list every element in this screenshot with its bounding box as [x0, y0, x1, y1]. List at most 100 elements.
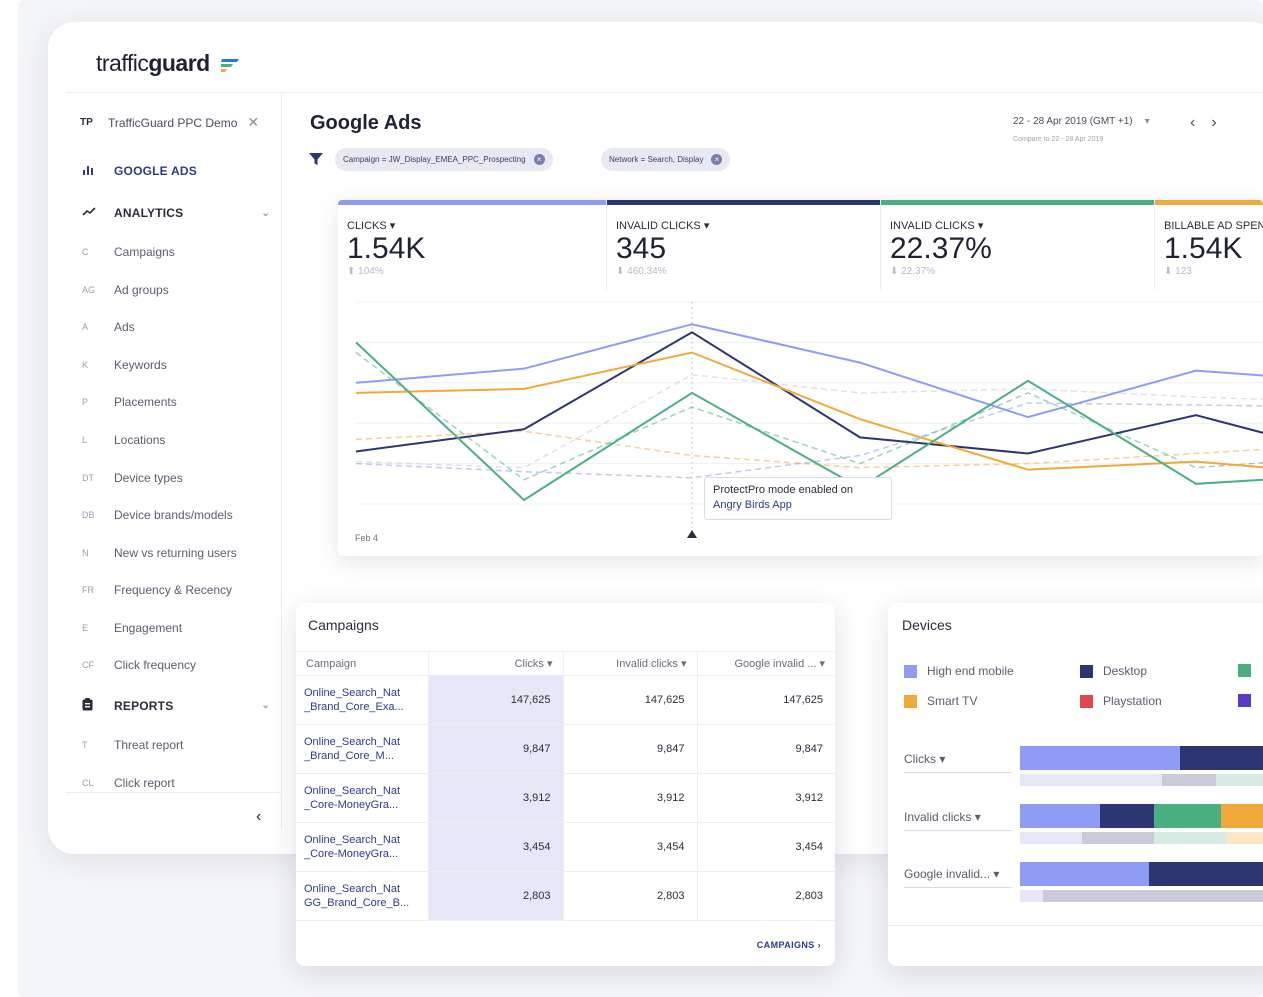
account-selector[interactable]: TP TrafficGuard PPC Demo ✕	[80, 114, 259, 131]
nav-abbr: C	[82, 247, 89, 257]
legend-item[interactable]: High end mobile	[904, 664, 1014, 678]
bar-segment	[1154, 832, 1227, 844]
sidebar-item-label: Frequency & Recency	[114, 583, 233, 597]
filter-chip-label: Campaign = JW_Display_EMEA_PPC_Prospecti…	[343, 155, 526, 164]
campaign-name-cell[interactable]: Online_Search_Nat GG_Brand_Core_B...	[296, 871, 429, 921]
sidebar-item-new-vs-returning[interactable]: N New vs returning users	[80, 546, 270, 560]
bar-segment	[1099, 804, 1155, 828]
chart-annotation-tooltip: ProtectPro mode enabled on Angry Birds A…	[704, 477, 892, 520]
kpi-invalid-clicks-pct[interactable]: INVALID CLICKS ▾ 22.37% ⬇ 22.37%	[881, 200, 1155, 290]
legend-item[interactable]: Playstation	[1080, 694, 1162, 708]
table-row[interactable]: Online_Search_Nat _Core-MoneyGra... 3,454…	[296, 822, 835, 872]
campaign-name-cell[interactable]: Online_Search_Nat _Core-MoneyGra...	[296, 822, 429, 872]
prev-period-button[interactable]: ‹	[1190, 114, 1195, 132]
legend-item[interactable]	[1238, 694, 1261, 707]
sidebar-item-click-frequency[interactable]: CF Click frequency	[80, 658, 270, 672]
column-header-google-invalid[interactable]: Google invalid ... ▾	[697, 651, 835, 676]
table-header-row: Campaign Clicks ▾ Invalid clicks ▾ Googl…	[296, 651, 835, 676]
sidebar-item-frequency-recency[interactable]: FR Frequency & Recency	[80, 583, 270, 597]
invalid-clicks-cell: 2,803	[563, 871, 698, 921]
stacked-bar-invalid-clicks-compare	[1020, 832, 1263, 844]
sidebar-item-ad-groups[interactable]: AG Ad groups	[80, 283, 270, 297]
legend-swatch	[1238, 664, 1251, 677]
sidebar-item-campaigns[interactable]: C Campaigns	[80, 245, 270, 259]
kpi-label[interactable]: BILLABLE AD SPEND ▾	[1164, 219, 1263, 232]
campaign-name-cell[interactable]: Online_Search_Nat _Brand_Core_M...	[296, 724, 429, 774]
sidebar-item-label: New vs returning users	[114, 546, 237, 560]
legend-item[interactable]: Desktop	[1080, 664, 1147, 678]
date-range-picker[interactable]: 22 - 28 Apr 2019 (GMT +1) ▾	[1013, 116, 1150, 127]
legend-label: High end mobile	[927, 664, 1014, 678]
sidebar-item-locations[interactable]: L Locations	[80, 433, 270, 447]
campaign-name-cell[interactable]: Online_Search_Nat _Brand_Core_Exa...	[296, 675, 429, 725]
x-axis-tick-label: Feb 4	[355, 533, 379, 543]
kpi-color-bar	[338, 200, 606, 205]
sidebar-item-google-ads[interactable]: GOOGLE ADS	[80, 164, 270, 178]
kpi-clicks[interactable]: CLICKS ▾ 1.54K ⬆ 104%	[338, 200, 607, 290]
bar-segment	[1020, 804, 1100, 828]
campaign-name-line: _Core-MoneyGra...	[304, 799, 399, 811]
campaign-name-cell[interactable]: Online_Search_Nat _Core-MoneyGra...	[296, 773, 429, 823]
campaign-name-line: Online_Search_Nat	[304, 736, 401, 748]
bar-segment	[1216, 774, 1263, 786]
sidebar-item-engagement[interactable]: E Engagement	[80, 621, 270, 635]
kpi-label[interactable]: INVALID CLICKS ▾	[616, 219, 709, 232]
clicks-cell: 2,803	[428, 871, 564, 921]
table-row[interactable]: Online_Search_Nat _Brand_Core_M... 9,847 …	[296, 724, 835, 774]
metric-selector-invalid-clicks[interactable]: Invalid clicks ▾	[904, 810, 1012, 831]
legend-item[interactable]	[1238, 664, 1261, 677]
sidebar-item-reports[interactable]: REPORTS ⌄	[80, 698, 270, 713]
remove-filter-icon[interactable]: ×	[533, 154, 545, 165]
chevron-down-icon[interactable]: ⌄	[261, 700, 270, 711]
kpi-delta: ⬆ 104%	[347, 266, 384, 277]
nav-abbr: DT	[82, 473, 94, 483]
sidebar-item-label: Device brands/models	[114, 508, 233, 522]
sidebar-item-keywords[interactable]: K Keywords	[80, 358, 270, 372]
trafficguard-logo[interactable]: trafficguard	[96, 50, 240, 77]
column-header-invalid-clicks[interactable]: Invalid clicks ▾	[563, 651, 698, 676]
metric-selector-google-invalid[interactable]: Google invalid... ▾	[904, 867, 1012, 888]
legend-item[interactable]: Smart TV	[904, 694, 977, 708]
filter-chip-campaign[interactable]: Campaign = JW_Display_EMEA_PPC_Prospecti…	[335, 148, 553, 171]
sidebar-item-device-brands[interactable]: DB Device brands/models	[80, 508, 270, 522]
kpi-delta: ⬇ 460.34%	[616, 266, 667, 277]
kpi-billable-ad-spend[interactable]: BILLABLE AD SPEND ▾ 1.54K ⬇ 123	[1155, 200, 1263, 290]
table-row[interactable]: Online_Search_Nat GG_Brand_Core_B... 2,80…	[296, 871, 835, 921]
chevron-down-icon[interactable]: ⌄	[261, 208, 270, 219]
collapse-sidebar-button[interactable]: ‹	[256, 808, 261, 826]
sidebar-item-analytics[interactable]: ANALYTICS ⌄	[80, 206, 270, 220]
account-name: TrafficGuard PPC Demo	[108, 115, 238, 130]
table-row[interactable]: Online_Search_Nat _Brand_Core_Exa... 147,…	[296, 675, 835, 725]
kpi-label[interactable]: CLICKS ▾	[347, 219, 395, 232]
remove-filter-icon[interactable]: ×	[711, 154, 723, 165]
filter-chip-network[interactable]: Network = Search, Display ×	[601, 148, 731, 171]
sidebar-item-threat-report[interactable]: T Threat report	[80, 738, 270, 752]
sidebar-item-label: Click report	[114, 776, 175, 790]
campaigns-card: Campaigns Campaign Clicks ▾ Invalid clic…	[296, 603, 835, 966]
sidebar-divider	[66, 792, 281, 793]
kpi-label[interactable]: INVALID CLICKS ▾	[890, 219, 983, 232]
sidebar-item-label: ANALYTICS	[114, 206, 184, 220]
metric-selector-clicks[interactable]: Clicks ▾	[904, 752, 1012, 773]
annotation-link[interactable]: Angry Birds App	[713, 498, 883, 513]
close-icon[interactable]: ✕	[247, 114, 259, 131]
sidebar-item-placements[interactable]: P Placements	[80, 395, 270, 409]
sidebar-item-label: Engagement	[114, 621, 183, 635]
sidebar-item-label: Click frequency	[114, 658, 197, 672]
column-header-campaign[interactable]: Campaign	[296, 651, 429, 676]
sidebar-item-click-report[interactable]: CL Click report	[80, 776, 270, 790]
sidebar-item-ads[interactable]: A Ads	[80, 320, 270, 334]
bar-segment	[1020, 862, 1149, 886]
kpi-delta: ⬇ 22.37%	[890, 266, 936, 277]
campaign-name-line: Online_Search_Nat	[304, 883, 401, 895]
table-row[interactable]: Online_Search_Nat _Core-MoneyGra... 3,912…	[296, 773, 835, 823]
sidebar-item-device-types[interactable]: DT Device types	[80, 471, 270, 485]
column-header-clicks[interactable]: Clicks ▾	[428, 651, 564, 676]
kpi-invalid-clicks[interactable]: INVALID CLICKS ▾ 345 ⬇ 460.34%	[607, 200, 881, 290]
annotation-marker-icon[interactable]	[687, 530, 697, 538]
campaigns-link[interactable]: CAMPAIGNS ›	[757, 940, 821, 950]
kpi-value: 345	[616, 232, 667, 265]
stacked-bar-clicks-compare	[1020, 774, 1263, 786]
filter-icon[interactable]	[309, 152, 323, 171]
next-period-button[interactable]: ›	[1211, 114, 1216, 132]
